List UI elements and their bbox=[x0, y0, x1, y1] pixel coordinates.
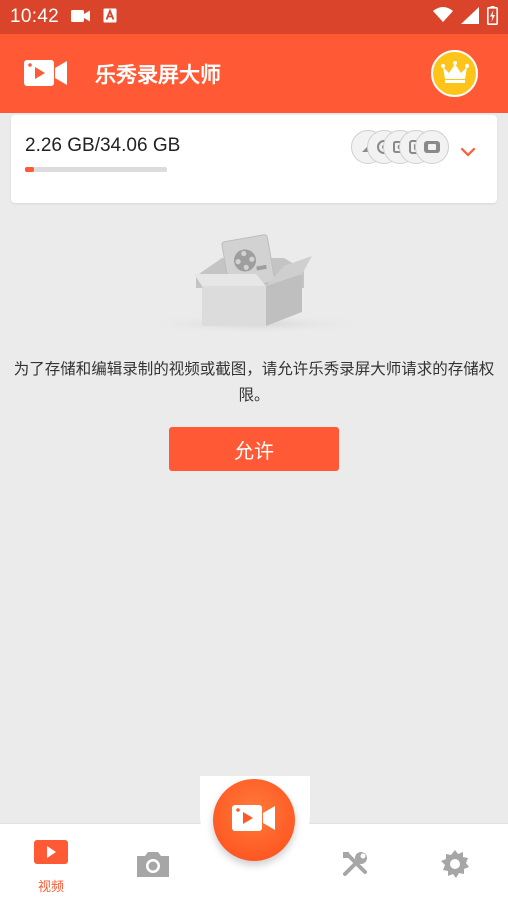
allow-button[interactable]: 允许 bbox=[169, 427, 339, 471]
tab-screenshot[interactable] bbox=[126, 824, 180, 904]
video-play-icon bbox=[34, 840, 68, 870]
tab-video-label: 视频 bbox=[37, 880, 64, 895]
record-button[interactable] bbox=[213, 779, 295, 861]
crown-icon bbox=[440, 60, 469, 87]
storage-card: 2.26 GB/34.06 GB bbox=[11, 115, 497, 203]
permission-message: 为了存储和编辑录制的视频或截图，请允许乐秀录屏大师请求的存储权限。 bbox=[13, 360, 495, 404]
app-bar: 乐秀录屏大师 bbox=[0, 34, 508, 113]
empty-box-illustration bbox=[134, 228, 374, 336]
format-icon-stack[interactable] bbox=[351, 130, 451, 164]
record-video-icon bbox=[232, 803, 276, 837]
camera-record-icon bbox=[71, 8, 91, 27]
app-title: 乐秀录屏大师 bbox=[95, 63, 221, 87]
battery-charging-icon bbox=[487, 5, 498, 29]
video-camera-icon bbox=[24, 58, 68, 92]
chevron-down-icon[interactable] bbox=[457, 141, 479, 163]
camera-icon bbox=[135, 850, 171, 882]
status-time: 10:42 bbox=[10, 6, 60, 27]
status-bar: 10:42 bbox=[0, 0, 508, 34]
vip-crown-button[interactable] bbox=[431, 50, 478, 97]
storage-progress-fill bbox=[25, 167, 35, 172]
tab-settings[interactable] bbox=[428, 824, 482, 904]
storage-progress-bar bbox=[25, 167, 167, 172]
wifi-icon bbox=[433, 7, 453, 27]
tab-tools[interactable] bbox=[328, 824, 382, 904]
tab-video[interactable]: 视频 bbox=[24, 824, 78, 904]
format-icon-5 bbox=[415, 130, 449, 164]
storage-usage-text: 2.26 GB/34.06 GB bbox=[25, 135, 181, 156]
signal-icon bbox=[461, 6, 479, 28]
tools-icon bbox=[341, 850, 369, 882]
app-a-icon bbox=[103, 8, 117, 27]
settings-gear-icon bbox=[441, 850, 469, 882]
